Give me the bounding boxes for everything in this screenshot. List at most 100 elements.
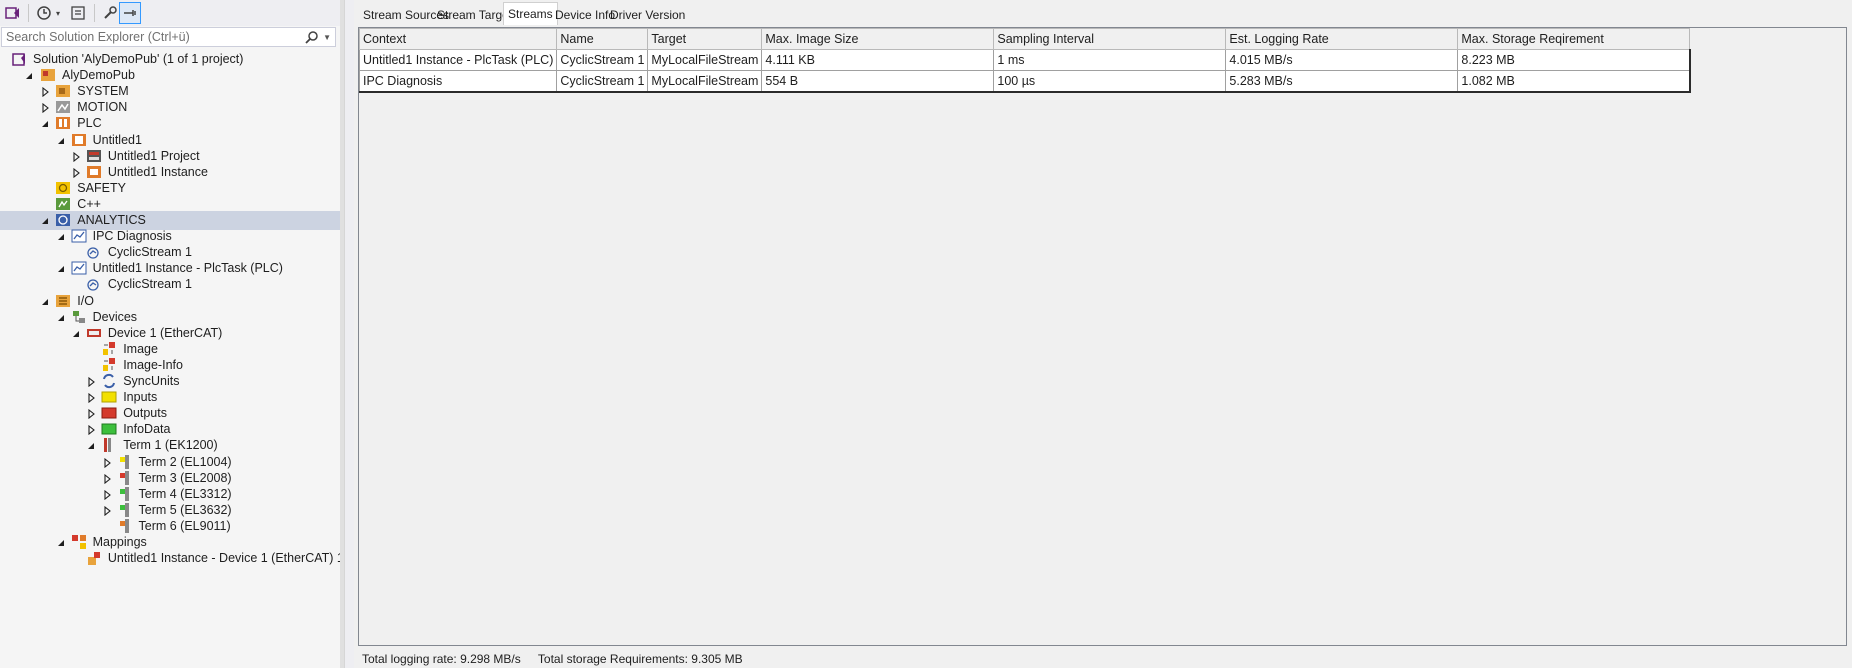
inputs-icon <box>101 389 117 405</box>
pin-icon[interactable] <box>119 2 141 24</box>
collapsed-arrow-icon[interactable] <box>86 376 96 388</box>
properties-wrench-icon[interactable] <box>99 2 121 24</box>
tab-streams[interactable]: Streams <box>503 2 558 25</box>
cell-target[interactable]: MyLocalFileStream <box>647 70 763 93</box>
plc-instance-icon <box>86 164 102 180</box>
cell-context[interactable]: IPC Diagnosis <box>358 70 558 93</box>
collapsed-arrow-icon[interactable] <box>102 489 112 500</box>
tree-item-label: CyclicStream 1 <box>107 245 192 260</box>
ethercat-device-icon <box>86 325 102 341</box>
cell-name[interactable]: CyclicStream 1 <box>556 49 649 71</box>
terminal-red-icon <box>117 470 133 486</box>
expanded-arrow-icon[interactable] <box>86 440 96 450</box>
image-info-icon <box>101 357 117 373</box>
tree-item-label: Untitled1 Instance - Device 1 (EtherCAT)… <box>107 551 340 566</box>
tree-item-label: Solution 'AlyDemoPub' (1 of 1 project) <box>33 52 244 66</box>
terminal-end-icon <box>117 518 133 534</box>
expanded-arrow-icon[interactable] <box>71 328 81 338</box>
column-header-max-storage-requirement[interactable]: Max. Storage Reqirement <box>1457 28 1691 50</box>
table-row[interactable]: Untitled1 Instance - PlcTask (PLC) Cycli… <box>358 49 1691 71</box>
tree-item-label: PLC <box>77 116 102 131</box>
tree-item-label: IPC Diagnosis <box>92 229 172 244</box>
tree-item-label: SYSTEM <box>77 84 129 99</box>
solution-explorer-toolbar: ▾ <box>0 0 340 26</box>
tree-item-label: Untitled1 Instance <box>107 164 208 179</box>
infodata-icon <box>101 421 117 437</box>
total-storage-requirements: Total storage Requirements: 9.305 MB <box>537 652 743 666</box>
search-icon[interactable] <box>305 30 319 47</box>
expanded-arrow-icon[interactable] <box>40 215 50 225</box>
sync-units-icon <box>101 373 117 389</box>
terminal-green-icon <box>117 502 133 518</box>
table-header-row: Context Name Target Max. Image Size Samp… <box>358 28 1691 50</box>
pane-splitter[interactable] <box>344 0 354 668</box>
cell-max-image-size[interactable]: 4.111 KB <box>761 49 995 71</box>
collapsed-arrow-icon[interactable] <box>40 102 50 114</box>
history-dropdown-icon[interactable]: ▾ <box>56 9 60 18</box>
column-header-sampling-interval[interactable]: Sampling Interval <box>993 28 1227 50</box>
tree-item-label: Untitled1 Instance - PlcTask (PLC) <box>92 261 283 276</box>
streams-grid[interactable]: Context Name Target Max. Image Size Samp… <box>358 27 1847 646</box>
analytics-project-icon <box>71 260 87 276</box>
cell-sampling-interval[interactable]: 1 ms <box>993 49 1227 71</box>
cell-max-storage-requirement[interactable]: 1.082 MB <box>1457 70 1691 93</box>
collapsed-arrow-icon[interactable] <box>102 457 112 468</box>
expanded-arrow-icon[interactable] <box>56 231 66 241</box>
column-header-target[interactable]: Target <box>647 28 763 50</box>
tree-item-label: Term 5 (EL3632) <box>138 502 232 517</box>
column-header-max-image-size[interactable]: Max. Image Size <box>761 28 995 50</box>
io-icon <box>55 293 71 309</box>
expanded-arrow-icon[interactable] <box>56 263 66 273</box>
expanded-arrow-icon[interactable] <box>40 296 50 306</box>
collapsed-arrow-icon[interactable] <box>102 473 112 484</box>
tree-item-label: Term 4 (EL3312) <box>138 486 232 501</box>
table-row[interactable]: IPC Diagnosis CyclicStream 1 MyLocalFile… <box>358 70 1691 93</box>
cell-est-logging-rate[interactable]: 4.015 MB/s <box>1225 49 1459 71</box>
solution-switch-icon[interactable] <box>2 2 24 24</box>
collapsed-arrow-icon[interactable] <box>71 167 81 178</box>
history-icon[interactable] <box>33 2 55 24</box>
collapsed-arrow-icon[interactable] <box>40 86 50 98</box>
cpp-icon <box>55 196 71 212</box>
cell-name[interactable]: CyclicStream 1 <box>556 70 649 93</box>
tree-item-label: Term 1 (EK1200) <box>123 438 218 453</box>
image-icon <box>101 341 117 357</box>
cell-target[interactable]: MyLocalFileStream <box>647 49 763 71</box>
motion-icon <box>55 99 71 115</box>
cell-max-image-size[interactable]: 554 B <box>761 70 995 93</box>
column-header-est-logging-rate[interactable]: Est. Logging Rate <box>1225 28 1459 50</box>
column-header-context[interactable]: Context <box>358 28 558 50</box>
tab-driver-version[interactable]: Driver Version <box>606 6 689 24</box>
cell-est-logging-rate[interactable]: 5.283 MB/s <box>1225 70 1459 93</box>
devices-icon <box>71 309 87 325</box>
safety-icon <box>55 180 71 196</box>
tree-item-label: C++ <box>77 196 101 211</box>
search-options-chevron-down-icon[interactable]: ▼ <box>323 30 331 46</box>
expanded-arrow-icon[interactable] <box>56 312 66 322</box>
tree-item-label: Image-Info <box>123 357 183 372</box>
tree-item[interactable]: Untitled1 Instance - Device 1 (EtherCAT)… <box>0 549 340 568</box>
expanded-arrow-icon[interactable] <box>56 135 66 145</box>
analytics-storage-provider-editor: Stream Sources Stream Targets Streams De… <box>354 0 1852 668</box>
collapsed-arrow-icon[interactable] <box>71 151 81 162</box>
expanded-arrow-icon[interactable] <box>40 118 50 128</box>
tree-item-label: AlyDemoPub <box>62 68 135 83</box>
mappings-icon <box>71 534 87 550</box>
column-header-name[interactable]: Name <box>556 28 649 50</box>
expanded-arrow-icon[interactable] <box>56 537 66 547</box>
cell-context[interactable]: Untitled1 Instance - PlcTask (PLC) <box>358 49 558 71</box>
collapsed-arrow-icon[interactable] <box>86 408 96 420</box>
collapsed-arrow-icon[interactable] <box>86 392 96 404</box>
tree-item-label: Outputs <box>123 406 167 421</box>
search-box[interactable]: ▼ <box>1 27 336 47</box>
cell-sampling-interval[interactable]: 100 µs <box>993 70 1227 93</box>
tree-item-label: MOTION <box>77 100 128 115</box>
collapsed-arrow-icon[interactable] <box>86 424 96 436</box>
collapse-all-icon[interactable] <box>67 2 89 24</box>
expanded-arrow-icon[interactable] <box>24 70 34 80</box>
cell-max-storage-requirement[interactable]: 8.223 MB <box>1457 49 1691 71</box>
tree-item-label: Term 6 (EL9011) <box>138 518 231 533</box>
collapsed-arrow-icon[interactable] <box>102 505 112 516</box>
total-logging-rate: Total logging rate: 9.298 MB/s <box>362 652 521 666</box>
search-input[interactable] <box>6 29 296 45</box>
